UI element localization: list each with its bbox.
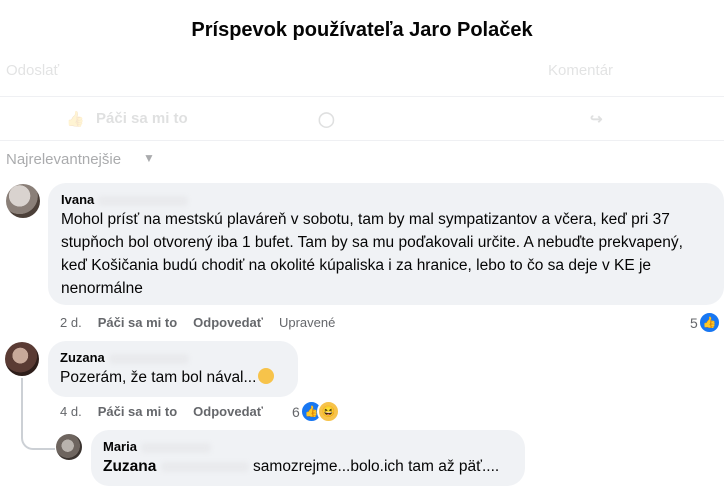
comment-bubble: Ivana Mohol prísť na mestskú plaváreň v … [48,183,724,305]
post-action-row: 👍 Páči sa mi to ◯ ↪ [0,106,724,136]
comment-text: Pozerám, že tam bol nával... [60,366,286,389]
divider [0,96,724,97]
like-button[interactable]: Páči sa mi to [98,315,177,330]
haha-icon: 😆 [316,400,340,423]
reaction-count[interactable]: 6 👍 😆 [292,400,340,423]
comment-author[interactable]: Zuzana [60,349,286,366]
divider [0,140,724,141]
comment-author[interactable]: Maria [103,438,513,455]
reaction-number: 6 [292,403,300,420]
reply-button[interactable]: Odpovedať [193,404,263,419]
mention-link[interactable]: Zuzana [103,458,156,475]
like-icon: 👍 [66,111,85,128]
reaction-count[interactable]: 5 👍 [690,311,721,334]
redacted-name [140,442,211,453]
faded-text: Odoslať [6,62,60,79]
avatar[interactable] [5,342,39,376]
like-icon: 👍 [697,311,721,334]
redacted-name [98,195,189,206]
comment-icon: ◯ [318,111,335,128]
chevron-down-icon[interactable]: ▼ [143,151,155,165]
comment-time[interactable]: 2 d. [60,315,82,330]
edited-label: Upravené [278,315,336,330]
comment-meta: 2 d. Páči sa mi to Odpovedať Upravené [60,315,351,330]
reaction-number: 5 [690,314,698,331]
faded-text: Komentár [548,62,614,79]
comment-bubble: Zuzana Pozerám, že tam bol nával... [48,341,298,397]
redacted-name [108,353,189,364]
comment-time[interactable]: 4 d. [60,404,82,419]
grin-emoji-icon [258,368,275,384]
avatar[interactable] [6,184,40,218]
sort-dropdown-label[interactable]: Najrelevantnejšie [6,151,121,168]
thread-connector [21,420,55,450]
share-icon: ↪ [590,111,603,128]
comment-meta: 4 d. Páči sa mi to Odpovedať [60,404,279,419]
faded-like-label: Páči sa mi to [96,110,188,127]
comment-text: Mohol prísť na mestskú plaváreň v sobotu… [61,211,683,297]
comment-bubble: Maria Zuzana samozrejme...bolo.ich tam a… [91,430,525,486]
reply-button[interactable]: Odpovedať [193,315,263,330]
avatar[interactable] [56,434,82,460]
redacted-name [160,461,249,472]
comment-author[interactable]: Ivana [61,191,712,208]
comment-text: Zuzana samozrejme...bolo.ich tam až päť.… [103,458,500,475]
page-title: Príspevok používateľa Jaro Polaček [191,19,533,41]
like-button[interactable]: Páči sa mi to [98,404,177,419]
